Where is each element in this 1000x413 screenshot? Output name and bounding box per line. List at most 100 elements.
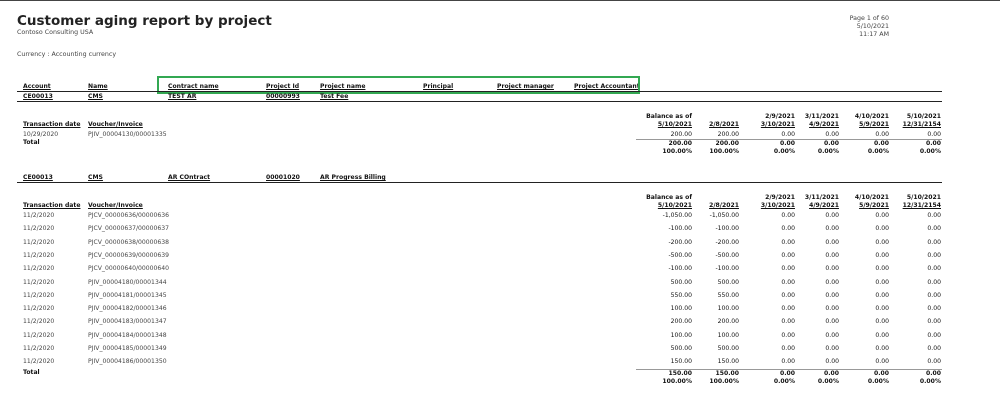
percent-value: 0.00%: [919, 377, 941, 385]
row-date: 11/2/2020: [23, 305, 55, 313]
aging-header-line2: 5/9/2021: [859, 202, 889, 209]
row-value: -1,050.00: [709, 212, 739, 219]
aging-header-line2: 2/8/2021: [709, 202, 739, 209]
percent-value: 0.00%: [919, 148, 941, 155]
row-value: 0.00: [927, 265, 941, 273]
row-voucher: PJCV_00000636/00000636: [88, 212, 170, 219]
row-value: 200.00: [717, 131, 739, 138]
group-project-id: 00001020: [266, 174, 300, 181]
row-date: 11/2/2020: [23, 331, 55, 339]
aging-header-line2: 5/9/2021: [859, 121, 889, 128]
row-voucher: PJCV_00000638/00000638: [88, 238, 170, 246]
total-value: 150.00: [715, 369, 739, 377]
row-date: 11/2/2020: [23, 251, 55, 259]
row-value: 0.00: [927, 291, 941, 299]
percent-value: 100.00%: [709, 377, 739, 385]
group-project-name: Test Fee: [320, 93, 349, 100]
percent-value: 0.00%: [867, 148, 889, 155]
total-value: 0.00: [925, 369, 941, 377]
group-name: CMS: [88, 174, 103, 181]
row-date: 11/2/2020: [23, 225, 55, 233]
row-voucher: PJCV_00000639/00000639: [88, 251, 170, 259]
aging-header-line1: 5/10/2021: [906, 194, 941, 201]
col-transaction-date: Transaction date: [23, 121, 81, 128]
row-value: 0.00: [875, 291, 889, 299]
percent-value: 100.00%: [709, 148, 739, 155]
row-value: 150.00: [717, 358, 739, 366]
aging-header-line1: Balance as of: [646, 113, 692, 120]
row-value: 0.00: [927, 358, 941, 366]
row-date: 11/2/2020: [23, 212, 55, 219]
top-border: [0, 0, 1000, 1]
row-voucher: PJCV_00000637/00000637: [88, 225, 170, 233]
row-voucher: PJIV_00004185/00001349: [88, 345, 167, 352]
row-date: 11/2/2020: [23, 265, 55, 273]
row-voucher: PJIV_00004181/00001345: [88, 291, 167, 299]
row-value: 0.00: [927, 318, 941, 326]
row-voucher: PJIV_00004184/00001348: [88, 331, 167, 339]
row-value: 550.00: [717, 291, 739, 299]
aging-header-line1: 5/10/2021: [906, 113, 941, 120]
group-underline: [17, 182, 942, 183]
row-value: 0.00: [875, 331, 889, 339]
group-contract-name: AR COntract: [168, 174, 211, 181]
row-date: 11/2/2020: [23, 345, 55, 352]
row-value: 0.00: [875, 278, 889, 286]
company-name: Contoso Consulting USA: [17, 29, 94, 36]
row-value: 0.00: [927, 238, 941, 246]
aging-header-line2: 12/31/2154: [902, 121, 941, 128]
row-value: 0.00: [927, 131, 941, 138]
group-project-name: AR Progress Billing: [320, 174, 386, 181]
row-value: 500.00: [717, 278, 739, 286]
row-date: 11/2/2020: [23, 291, 55, 299]
percent-value: 0.00%: [867, 377, 889, 385]
row-value: -100.00: [715, 225, 739, 233]
row-value: 0.00: [875, 265, 889, 273]
row-value: -500.00: [715, 251, 739, 259]
page-number: Page 1 of 60: [849, 15, 889, 22]
row-value: 0.00: [875, 131, 889, 138]
total-value: 200.00: [715, 140, 739, 147]
row-value: 0.00: [875, 225, 889, 233]
col-name: Name: [88, 83, 108, 90]
row-value: 0.00: [875, 212, 889, 219]
row-value: 0.00: [875, 318, 889, 326]
row-value: 0.00: [927, 212, 941, 219]
aging-header-line2: 12/31/2154: [902, 202, 941, 209]
report-title: Customer aging report by project: [17, 13, 272, 29]
row-date: 11/2/2020: [23, 318, 55, 326]
row-value: 100.00: [717, 331, 739, 339]
report-date: 5/10/2021: [856, 23, 889, 30]
group-account: CE00013: [23, 93, 53, 100]
row-value: 0.00: [927, 251, 941, 259]
row-value: 0.00: [927, 278, 941, 286]
aging-header-line1: 4/10/2021: [854, 113, 889, 120]
total-value: 0.00: [873, 369, 889, 377]
row-voucher: PJIV_00004183/00001347: [88, 318, 167, 326]
row-voucher: PJIV_00004130/00001335: [88, 131, 167, 138]
group-contract-name: TEST AR: [168, 93, 197, 100]
group-underline: [17, 101, 942, 102]
header-underline: [17, 91, 942, 92]
total-value: 0.00: [873, 140, 889, 147]
row-date: 10/29/2020: [23, 131, 59, 138]
total-label: Total: [23, 368, 40, 376]
row-value: 0.00: [927, 305, 941, 313]
group-name: CMS: [88, 93, 103, 100]
row-date: 11/2/2020: [23, 238, 55, 246]
col-transaction-date: Transaction date: [23, 202, 81, 209]
row-value: 0.00: [875, 251, 889, 259]
page-info: Page 1 of 60 5/10/2021 11:17 AM: [850, 15, 889, 39]
row-value: 0.00: [875, 238, 889, 246]
row-value: -100.00: [715, 265, 739, 273]
row-voucher: PJIV_00004186/00001350: [88, 358, 167, 366]
report-time: 11:17 AM: [859, 31, 889, 38]
col-voucher-invoice: Voucher/Invoice: [88, 121, 143, 128]
row-value: 0.00: [875, 345, 889, 352]
row-value: -200.00: [715, 238, 739, 246]
row-date: 11/2/2020: [23, 278, 55, 286]
total-value: 0.00: [925, 140, 941, 147]
group-account: CE00013: [23, 174, 53, 181]
row-value: 0.00: [927, 345, 941, 352]
aging-header-line1: 4/10/2021: [854, 194, 889, 201]
